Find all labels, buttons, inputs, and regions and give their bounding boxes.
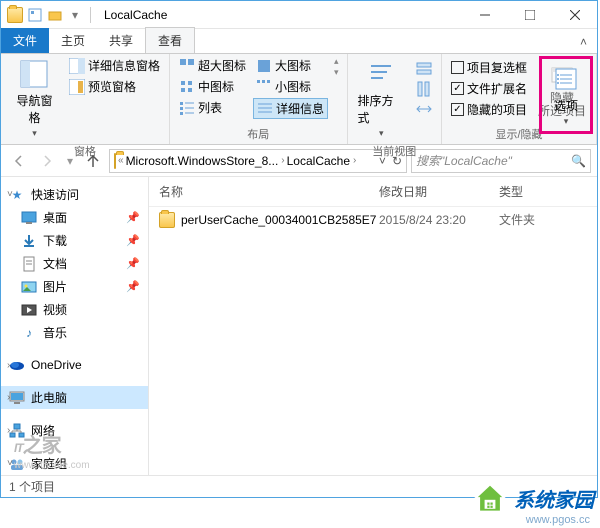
minimize-button[interactable] (462, 1, 507, 29)
ribbon: 导航窗格 ▾ 详细信息窗格 预览窗格 窗格 超大图标 中图标 列表 大图标 (1, 53, 597, 145)
videos-icon (21, 302, 37, 318)
onedrive-icon (9, 357, 25, 373)
layout-sm[interactable]: 小图标 (253, 77, 328, 96)
logo-text: 系统家园 (514, 484, 594, 513)
col-name[interactable]: 名称 (159, 183, 379, 200)
group-label: 窗格 (7, 141, 163, 161)
folder-icon (114, 154, 116, 168)
options-highlight: 选项 ▾ (539, 56, 593, 134)
nav-downloads[interactable]: 下载📌 (1, 229, 148, 252)
downloads-icon (21, 233, 37, 249)
tab-share[interactable]: 共享 (97, 28, 145, 53)
maximize-button[interactable] (507, 1, 552, 29)
music-icon: ♪ (21, 325, 37, 341)
logo: 系统家园 (472, 480, 594, 516)
nav-pane-button[interactable]: 导航窗格 ▾ (7, 56, 62, 141)
watermark-brand: ITIT之家之家 (14, 429, 61, 458)
qat-newfolder-icon[interactable] (47, 7, 63, 23)
tab-file[interactable]: 文件 (1, 28, 49, 53)
close-button[interactable] (552, 1, 597, 29)
watermark-url: www.ithome.com (14, 460, 90, 471)
search-icon: 🔍 (571, 154, 586, 168)
file-list: 名称 修改日期 类型 perUserCache_00034001CB2585E7… (149, 177, 597, 475)
nav-this-pc[interactable]: ›此电脑 (1, 386, 148, 409)
folder-icon (159, 212, 175, 228)
col-date[interactable]: 修改日期 (379, 183, 499, 200)
detail-pane-button[interactable]: 详细信息窗格 (66, 56, 163, 75)
group-layout: 超大图标 中图标 列表 大图标 小图标 详细信息 ▴▾ 布局 (170, 54, 348, 144)
preview-pane-button[interactable]: 预览窗格 (66, 77, 163, 96)
app-icon (7, 7, 23, 23)
nav-quick-access[interactable]: ˅★快速访问 (1, 183, 148, 206)
group-label: 当前视图 (354, 141, 435, 161)
file-extensions[interactable]: ✓文件扩展名 (448, 79, 530, 98)
desktop-icon (21, 210, 37, 226)
nav-documents[interactable]: 文档📌 (1, 252, 148, 275)
qat-dropdown-icon[interactable]: ▾ (67, 7, 83, 23)
nav-pictures[interactable]: 图片📌 (1, 275, 148, 298)
layout-scroll[interactable]: ▴▾ (332, 56, 341, 78)
pc-icon (9, 390, 25, 406)
tab-home[interactable]: 主页 (49, 28, 97, 53)
layout-lg[interactable]: 大图标 (253, 56, 328, 75)
col-type[interactable]: 类型 (499, 183, 587, 200)
addcolumn-button[interactable] (413, 80, 435, 98)
groupby-button[interactable] (413, 60, 435, 78)
layout-details[interactable]: 详细信息 (253, 98, 328, 119)
group-label: 布局 (176, 124, 341, 144)
search-placeholder: 搜索"LocalCache" (416, 152, 571, 169)
ribbon-collapse-icon[interactable]: ˄ (570, 31, 597, 53)
nav-desktop[interactable]: 桌面📌 (1, 206, 148, 229)
qat-properties-icon[interactable] (27, 7, 43, 23)
quick-access-toolbar: ▾ (1, 7, 100, 23)
group-current-view: 排序方式▾ 当前视图 (348, 54, 442, 144)
layout-xl[interactable]: 超大图标 (176, 56, 249, 75)
group-panes: 导航窗格 ▾ 详细信息窗格 预览窗格 窗格 (1, 54, 170, 144)
sort-button[interactable]: 排序方式▾ (354, 56, 409, 141)
pin-icon: 📌 (126, 211, 140, 224)
item-checkboxes[interactable]: 项目复选框 (448, 58, 530, 77)
pin-icon: 📌 (126, 280, 140, 293)
column-headers: 名称 修改日期 类型 (149, 177, 597, 207)
nav-pane-label: 导航窗格 (11, 92, 58, 126)
tab-view[interactable]: 查看 (145, 27, 195, 54)
layout-list[interactable]: 列表 (176, 98, 249, 117)
divider (90, 7, 91, 23)
nav-videos[interactable]: 视频 (1, 298, 148, 321)
logo-url: www.pgos.cc (526, 514, 590, 526)
ribbon-tabs: 文件 主页 共享 查看 ˄ (1, 29, 597, 53)
window-controls (462, 1, 597, 29)
documents-icon (21, 256, 37, 272)
options-button[interactable]: 选项 ▾ (544, 61, 588, 129)
explorer-window: ▾ LocalCache 文件 主页 共享 查看 ˄ 导航窗格 ▾ 详细信息窗 (0, 0, 598, 498)
pin-icon: 📌 (126, 234, 140, 247)
pin-icon: 📌 (126, 257, 140, 270)
list-item[interactable]: perUserCache_00034001CB2585E7 2015/8/24 … (149, 207, 597, 232)
pictures-icon (21, 279, 37, 295)
nav-onedrive[interactable]: ›OneDrive (1, 354, 148, 376)
search-box[interactable]: 搜索"LocalCache" 🔍 (411, 149, 591, 173)
window-title: LocalCache (100, 8, 462, 22)
item-count: 1 个项目 (9, 478, 55, 495)
titlebar: ▾ LocalCache (1, 1, 597, 29)
sizecolumn-button[interactable] (413, 100, 435, 118)
breadcrumb-item[interactable]: LocalCache› (287, 154, 357, 168)
hidden-items[interactable]: ✓隐藏的项目 (448, 100, 530, 119)
house-icon (472, 480, 508, 516)
layout-md[interactable]: 中图标 (176, 77, 249, 96)
content-area: ˅★快速访问 桌面📌 下载📌 文档📌 图片📌 视频 ♪音乐 ›OneDrive … (1, 177, 597, 475)
nav-music[interactable]: ♪音乐 (1, 321, 148, 344)
